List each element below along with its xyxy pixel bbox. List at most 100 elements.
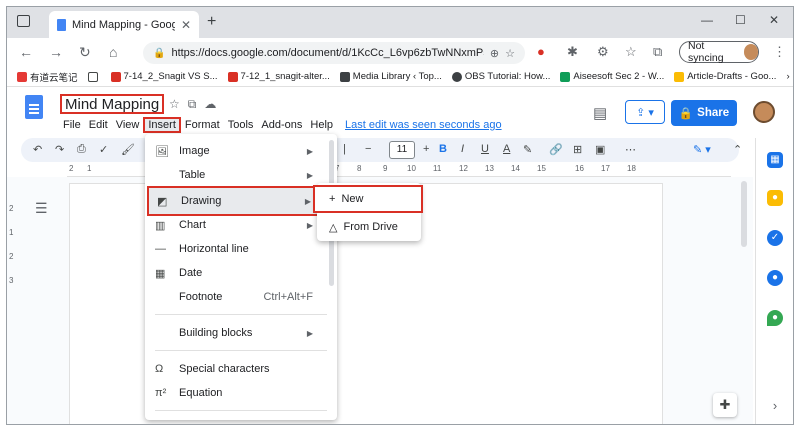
- image-icon[interactable]: ▣: [595, 143, 605, 156]
- menu-view[interactable]: View: [112, 117, 144, 133]
- present-icon: ⇪ ▾: [636, 106, 654, 119]
- collapse-icon[interactable]: ⌃: [733, 143, 742, 156]
- comment-icon[interactable]: ⊞: [573, 143, 582, 156]
- submenu-arrow-icon: ▶: [306, 146, 313, 156]
- menu-format[interactable]: Format: [181, 117, 224, 133]
- star-icon[interactable]: ☆: [169, 97, 180, 112]
- collections-icon[interactable]: ⧉: [653, 44, 662, 60]
- last-edit-link[interactable]: Last edit was seen seconds ago: [345, 117, 502, 133]
- user-avatar[interactable]: [753, 101, 775, 123]
- extensions-icon[interactable]: ⚙: [597, 44, 609, 60]
- editing-mode-icon[interactable]: ✎ ▾: [693, 143, 711, 156]
- menu-insert[interactable]: Insert: [143, 117, 181, 133]
- bookmark-item[interactable]: Media Library ‹ Top...: [339, 71, 442, 82]
- explore-button[interactable]: ✚: [713, 393, 737, 417]
- link-icon[interactable]: 🔗: [549, 143, 563, 156]
- bookmark-item[interactable]: [87, 71, 101, 82]
- insert-building-blocks-item[interactable]: Building blocks ▶: [145, 322, 337, 344]
- insert-chart-item[interactable]: ▥ Chart ▶: [145, 214, 337, 236]
- back-icon[interactable]: ←: [19, 44, 33, 60]
- present-button[interactable]: ⇪ ▾: [625, 100, 665, 124]
- contacts-icon[interactable]: ●: [767, 270, 783, 286]
- address-bar[interactable]: 🔒 https://docs.google.com/document/d/1Kc…: [143, 42, 525, 64]
- bookmark-item[interactable]: 7-12_1_snagit-alter...: [227, 71, 330, 82]
- tasks-icon[interactable]: ✓: [767, 230, 783, 246]
- spellcheck-icon[interactable]: ✓: [99, 143, 108, 156]
- ruler-mark: 15: [537, 164, 546, 173]
- extension-icon[interactable]: ●: [537, 44, 545, 59]
- tab-actions-icon[interactable]: [17, 15, 30, 27]
- ruler-mark: 14: [511, 164, 520, 173]
- insert-special-characters-item[interactable]: Ω Special characters: [145, 358, 337, 380]
- submenu-arrow-icon: ▶: [306, 170, 313, 180]
- close-window-button[interactable]: ✕: [769, 13, 779, 27]
- maps-icon[interactable]: ●: [767, 310, 783, 326]
- forward-icon[interactable]: →: [49, 44, 63, 60]
- highlight-icon[interactable]: ✎: [523, 143, 532, 156]
- bookmarks-more-icon[interactable]: ›: [786, 71, 789, 82]
- print-icon[interactable]: ⎙: [77, 143, 86, 156]
- insert-table-item[interactable]: Table ▶: [145, 164, 337, 186]
- more-tools-icon[interactable]: ⋯: [625, 143, 636, 156]
- document-outline-icon[interactable]: ☰: [35, 200, 48, 217]
- keep-icon[interactable]: ●: [767, 190, 783, 206]
- insert-footnote-item[interactable]: Footnote Ctrl+Alt+F: [145, 286, 337, 308]
- tab-close-icon[interactable]: ✕: [181, 18, 191, 32]
- plus-icon: +: [329, 193, 336, 205]
- share-button[interactable]: 🔒 Share: [671, 100, 737, 126]
- bookmark-item[interactable]: 有道云笔记: [17, 70, 78, 84]
- bold-icon[interactable]: B: [439, 143, 447, 155]
- move-folder-icon[interactable]: ⧉: [188, 97, 197, 112]
- new-tab-button[interactable]: +: [207, 13, 216, 31]
- font-size-plus-icon[interactable]: +: [423, 143, 429, 155]
- extension-puzzle-icon[interactable]: ✱: [567, 44, 578, 60]
- cloud-status-icon[interactable]: ☁: [204, 97, 216, 112]
- vertical-scrollbar[interactable]: [741, 181, 747, 247]
- menu-help[interactable]: Help: [306, 117, 337, 133]
- favorites-icon[interactable]: ☆: [625, 44, 637, 60]
- menu-file[interactable]: File: [59, 117, 85, 133]
- font-size-decrease-icon[interactable]: |: [343, 143, 346, 155]
- more-icon[interactable]: ⋮: [773, 44, 786, 60]
- sync-button[interactable]: Not syncing: [679, 40, 759, 64]
- menu-tools[interactable]: Tools: [224, 117, 258, 133]
- undo-icon[interactable]: ↶: [33, 143, 42, 156]
- comments-icon[interactable]: ▤: [593, 104, 607, 122]
- bookmark-item[interactable]: 7-14_2_Snagit VS S...: [110, 71, 218, 82]
- insert-equation-item[interactable]: π² Equation: [145, 382, 337, 404]
- browser-tab[interactable]: Mind Mapping - Google Docs ✕: [49, 11, 199, 38]
- redo-icon[interactable]: ↷: [55, 143, 64, 156]
- home-icon[interactable]: ⌂: [109, 44, 117, 60]
- insert-date-item[interactable]: ▦ Date: [145, 262, 337, 284]
- drawing-from-drive-item[interactable]: △ From Drive: [317, 215, 421, 239]
- insert-drawing-item[interactable]: ◩ Drawing ▶: [147, 186, 323, 216]
- minimize-button[interactable]: —: [701, 13, 713, 27]
- reload-icon[interactable]: ↻: [79, 44, 91, 61]
- ruler-mark: 2: [69, 164, 74, 173]
- calendar-icon[interactable]: ▦: [767, 152, 783, 168]
- menu-addons[interactable]: Add-ons: [257, 117, 306, 133]
- url-text: https://docs.google.com/document/d/1KcCc…: [171, 47, 484, 59]
- paint-format-icon[interactable]: 🖌: [121, 143, 135, 156]
- bookmark-item[interactable]: Aiseesoft Sec 2 - W...: [560, 71, 664, 82]
- font-size-input[interactable]: 11: [389, 141, 415, 159]
- font-size-minus-icon[interactable]: −: [365, 143, 371, 155]
- italic-icon[interactable]: I: [461, 143, 464, 155]
- underline-icon[interactable]: U: [481, 143, 489, 155]
- insert-horizontal-line-item[interactable]: — Horizontal line: [145, 238, 337, 260]
- text-color-icon[interactable]: A: [503, 143, 510, 155]
- bookmark-item[interactable]: OBS Tutorial: How...: [451, 71, 550, 82]
- tab-strip: Mind Mapping - Google Docs ✕ + — ☐ ✕: [7, 7, 793, 38]
- sync-label: Not syncing: [688, 40, 724, 64]
- document-title[interactable]: Mind Mapping: [60, 94, 165, 114]
- bookmark-item[interactable]: Article-Drafts - Goo...: [674, 71, 776, 82]
- drawing-new-item[interactable]: + New: [313, 185, 423, 213]
- zoom-icon[interactable]: ⊕: [490, 47, 499, 60]
- ruler-mark: 10: [407, 164, 416, 173]
- docs-logo-icon[interactable]: [25, 95, 43, 119]
- expand-panel-icon[interactable]: ›: [767, 398, 783, 414]
- insert-image-item[interactable]: 🖼 Image ▶: [145, 140, 337, 162]
- favorite-icon[interactable]: ☆: [505, 47, 515, 60]
- menu-edit[interactable]: Edit: [85, 117, 112, 133]
- maximize-button[interactable]: ☐: [735, 13, 746, 27]
